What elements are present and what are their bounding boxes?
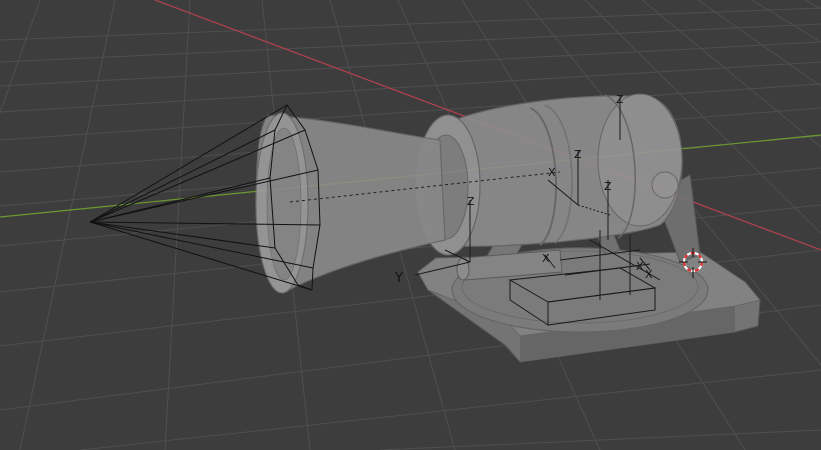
empty-x-label-2: X — [548, 166, 556, 179]
empty-x-label-1: X — [542, 252, 550, 265]
empty-z-label-3: Z — [604, 180, 612, 193]
lamp-drum-back — [597, 93, 683, 227]
base-cylinder-cap — [456, 257, 470, 281]
empty-x-label-4: X — [645, 268, 653, 281]
empty-x-label-3: X — [636, 260, 644, 273]
3d-viewport[interactable]: Z Z Z Z Y X X X X — [0, 0, 821, 450]
empty-z-label-2: Z — [574, 148, 582, 161]
pivot-hub[interactable] — [651, 171, 679, 199]
viewport-scene[interactable]: Z Z Z Z Y X X X X — [0, 0, 821, 450]
empty-z-label-1: Z — [467, 195, 475, 208]
empty-z-label-4: Z — [616, 93, 624, 106]
empty-y-label-1: Y — [394, 271, 403, 286]
